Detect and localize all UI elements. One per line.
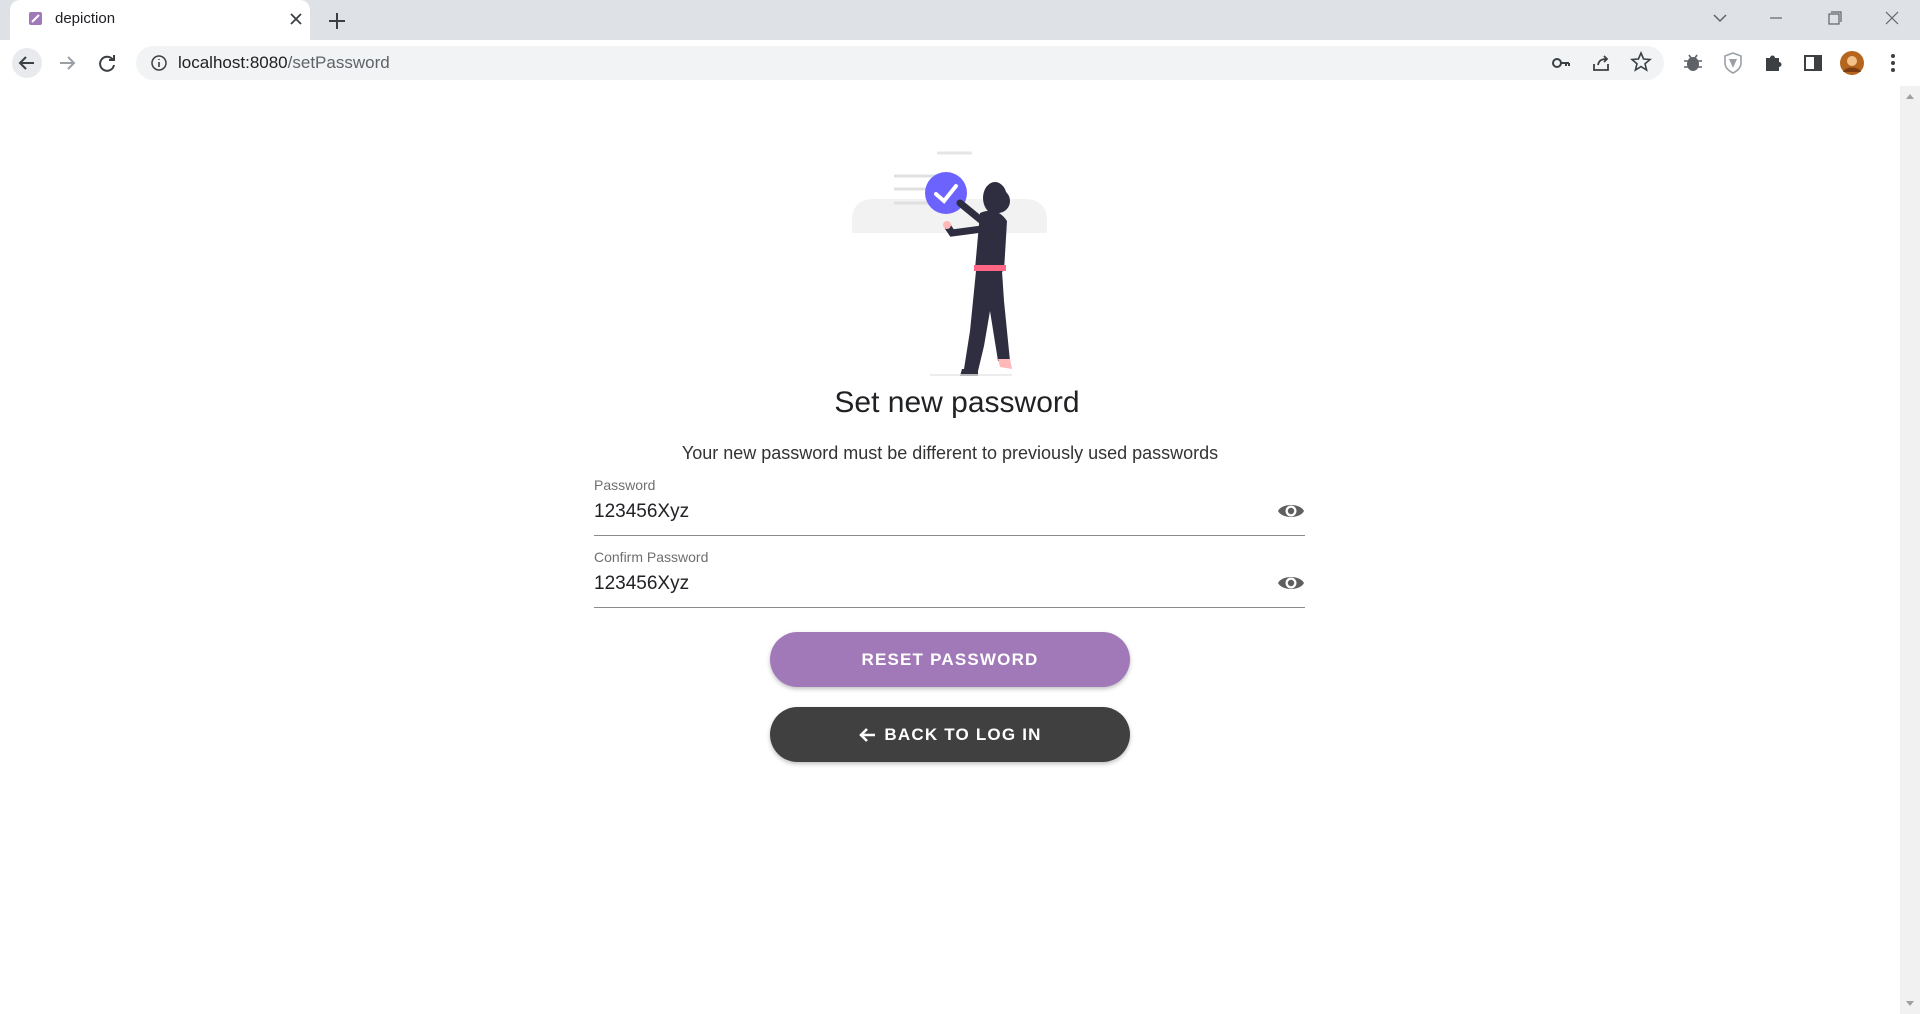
bug-extension-icon[interactable] xyxy=(1680,50,1706,76)
site-info-icon[interactable] xyxy=(150,54,168,72)
page-content: Set new password Your new password must … xyxy=(0,86,1900,1014)
key-icon[interactable] xyxy=(1550,52,1572,74)
reload-icon[interactable] xyxy=(92,48,122,78)
minimize-icon[interactable] xyxy=(1762,6,1790,30)
shield-extension-icon[interactable] xyxy=(1720,50,1746,76)
address-bar[interactable]: localhost:8080/setPassword xyxy=(136,46,1664,80)
browser-tab-strip: depiction xyxy=(0,0,1920,40)
new-tab-icon[interactable] xyxy=(324,8,350,34)
back-to-login-label: BACK TO LOG IN xyxy=(884,724,1042,744)
back-to-login-button[interactable]: BACK TO LOG IN xyxy=(770,707,1130,762)
side-panel-icon[interactable] xyxy=(1800,50,1826,76)
app-favicon-icon xyxy=(29,12,42,25)
close-tab-icon[interactable] xyxy=(285,8,307,30)
tab-title: depiction xyxy=(55,10,116,27)
confirm-password-label: Confirm Password xyxy=(594,549,709,565)
chrome-menu-icon[interactable] xyxy=(1880,50,1906,76)
browser-toolbar: localhost:8080/setPassword xyxy=(0,40,1920,87)
close-window-icon[interactable] xyxy=(1878,6,1906,30)
eye-icon[interactable] xyxy=(1277,569,1305,597)
page-title: Set new password xyxy=(834,386,1080,419)
confirm-password-field[interactable]: Confirm Password xyxy=(594,549,1305,608)
back-icon[interactable] xyxy=(12,48,42,78)
arrow-left-icon xyxy=(859,727,876,742)
url-host: localhost:8080 xyxy=(178,53,288,72)
forward-icon[interactable] xyxy=(52,48,82,78)
confirm-password-input[interactable] xyxy=(594,571,1254,597)
tab-search-icon[interactable] xyxy=(1706,6,1734,30)
scroll-up-icon[interactable] xyxy=(1905,92,1915,100)
profile-avatar-icon[interactable] xyxy=(1839,50,1865,76)
password-illustration xyxy=(852,151,1047,376)
page-subtitle: Your new password must be different to p… xyxy=(681,443,1219,463)
eye-icon[interactable] xyxy=(1277,497,1305,525)
password-label: Password xyxy=(594,477,656,493)
reset-password-label: RESET PASSWORD xyxy=(861,649,1039,669)
url-text: localhost:8080/setPassword xyxy=(178,54,390,72)
password-input[interactable] xyxy=(594,499,1254,525)
restore-icon[interactable] xyxy=(1820,6,1848,30)
extensions-puzzle-icon[interactable] xyxy=(1760,50,1786,76)
scroll-down-icon[interactable] xyxy=(1905,1000,1915,1008)
reset-password-button[interactable]: RESET PASSWORD xyxy=(770,632,1130,687)
password-field[interactable]: Password xyxy=(594,477,1305,536)
page-scrollbar[interactable] xyxy=(1900,86,1920,1014)
url-path: /setPassword xyxy=(287,53,390,72)
bookmark-star-icon[interactable] xyxy=(1630,51,1652,73)
share-icon[interactable] xyxy=(1590,52,1612,74)
browser-tab[interactable]: depiction xyxy=(10,0,310,40)
